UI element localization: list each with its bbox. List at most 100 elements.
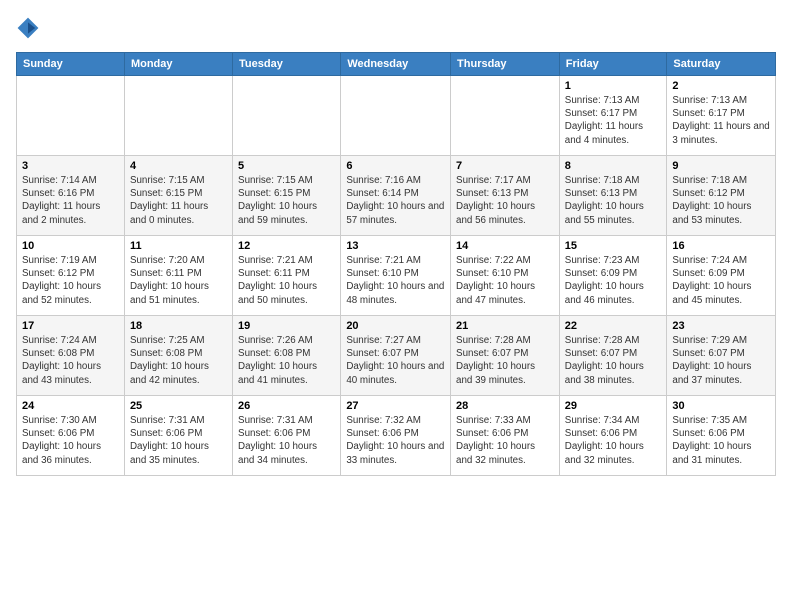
- calendar-empty-cell: [124, 76, 232, 156]
- day-number: 5: [238, 160, 335, 172]
- weekday-header-sunday: Sunday: [17, 53, 125, 76]
- calendar-table: SundayMondayTuesdayWednesdayThursdayFrid…: [16, 52, 776, 476]
- day-info: Sunrise: 7:20 AM Sunset: 6:11 PM Dayligh…: [130, 254, 227, 307]
- calendar-day-20: 20 Sunrise: 7:27 AM Sunset: 6:07 PM Dayli…: [341, 316, 451, 396]
- calendar-week-row: 24 Sunrise: 7:30 AM Sunset: 6:06 PM Dayli…: [17, 396, 776, 476]
- calendar-day-10: 10 Sunrise: 7:19 AM Sunset: 6:12 PM Dayli…: [17, 236, 125, 316]
- day-info: Sunrise: 7:28 AM Sunset: 6:07 PM Dayligh…: [456, 334, 554, 387]
- day-number: 4: [130, 160, 227, 172]
- calendar-day-18: 18 Sunrise: 7:25 AM Sunset: 6:08 PM Dayli…: [124, 316, 232, 396]
- day-info: Sunrise: 7:28 AM Sunset: 6:07 PM Dayligh…: [565, 334, 662, 387]
- calendar-day-19: 19 Sunrise: 7:26 AM Sunset: 6:08 PM Dayli…: [233, 316, 341, 396]
- day-number: 20: [346, 320, 445, 332]
- calendar-day-30: 30 Sunrise: 7:35 AM Sunset: 6:06 PM Dayli…: [667, 396, 776, 476]
- calendar-day-13: 13 Sunrise: 7:21 AM Sunset: 6:10 PM Dayli…: [341, 236, 451, 316]
- weekday-header-friday: Friday: [559, 53, 667, 76]
- day-info: Sunrise: 7:19 AM Sunset: 6:12 PM Dayligh…: [22, 254, 119, 307]
- day-info: Sunrise: 7:18 AM Sunset: 6:13 PM Dayligh…: [565, 174, 662, 227]
- calendar-day-5: 5Sunrise: 7:15 AM Sunset: 6:15 PM Daylig…: [233, 156, 341, 236]
- day-number: 25: [130, 400, 227, 412]
- calendar-day-6: 6 Sunrise: 7:16 AM Sunset: 6:14 PM Daylig…: [341, 156, 451, 236]
- day-info: Sunrise: 7:24 AM Sunset: 6:09 PM Dayligh…: [672, 254, 770, 307]
- calendar-week-row: 17 Sunrise: 7:24 AM Sunset: 6:08 PM Dayli…: [17, 316, 776, 396]
- day-number: 6: [346, 160, 445, 172]
- day-info: Sunrise: 7:13 AM Sunset: 6:17 PM Dayligh…: [565, 94, 662, 147]
- day-info: Sunrise: 7:29 AM Sunset: 6:07 PM Dayligh…: [672, 334, 770, 387]
- calendar-day-16: 16 Sunrise: 7:24 AM Sunset: 6:09 PM Dayli…: [667, 236, 776, 316]
- day-number: 24: [22, 400, 119, 412]
- day-info: Sunrise: 7:35 AM Sunset: 6:06 PM Dayligh…: [672, 414, 770, 467]
- weekday-header-thursday: Thursday: [451, 53, 560, 76]
- day-info: Sunrise: 7:21 AM Sunset: 6:10 PM Dayligh…: [346, 254, 445, 307]
- day-info: Sunrise: 7:25 AM Sunset: 6:08 PM Dayligh…: [130, 334, 227, 387]
- weekday-header-saturday: Saturday: [667, 53, 776, 76]
- day-info: Sunrise: 7:18 AM Sunset: 6:12 PM Dayligh…: [672, 174, 770, 227]
- day-number: 2: [672, 80, 770, 92]
- calendar-day-27: 27Sunrise: 7:32 AM Sunset: 6:06 PM Dayli…: [341, 396, 451, 476]
- calendar-day-15: 15 Sunrise: 7:23 AM Sunset: 6:09 PM Dayli…: [559, 236, 667, 316]
- calendar-day-14: 14 Sunrise: 7:22 AM Sunset: 6:10 PM Dayli…: [451, 236, 560, 316]
- calendar-empty-cell: [233, 76, 341, 156]
- logo-icon: [16, 16, 40, 40]
- day-number: 19: [238, 320, 335, 332]
- day-number: 26: [238, 400, 335, 412]
- day-number: 1: [565, 80, 662, 92]
- calendar-day-26: 26 Sunrise: 7:31 AM Sunset: 6:06 PM Dayli…: [233, 396, 341, 476]
- calendar-day-25: 25Sunrise: 7:31 AM Sunset: 6:06 PM Dayli…: [124, 396, 232, 476]
- day-number: 21: [456, 320, 554, 332]
- day-info: Sunrise: 7:33 AM Sunset: 6:06 PM Dayligh…: [456, 414, 554, 467]
- day-number: 13: [346, 240, 445, 252]
- calendar-day-24: 24 Sunrise: 7:30 AM Sunset: 6:06 PM Dayli…: [17, 396, 125, 476]
- day-number: 3: [22, 160, 119, 172]
- day-info: Sunrise: 7:15 AM Sunset: 6:15 PM Dayligh…: [130, 174, 227, 227]
- day-info: Sunrise: 7:27 AM Sunset: 6:07 PM Dayligh…: [346, 334, 445, 387]
- day-info: Sunrise: 7:34 AM Sunset: 6:06 PM Dayligh…: [565, 414, 662, 467]
- day-info: Sunrise: 7:23 AM Sunset: 6:09 PM Dayligh…: [565, 254, 662, 307]
- day-info: Sunrise: 7:14 AM Sunset: 6:16 PM Dayligh…: [22, 174, 119, 227]
- calendar-day-21: 21 Sunrise: 7:28 AM Sunset: 6:07 PM Dayli…: [451, 316, 560, 396]
- weekday-header-wednesday: Wednesday: [341, 53, 451, 76]
- calendar-day-11: 11 Sunrise: 7:20 AM Sunset: 6:11 PM Dayli…: [124, 236, 232, 316]
- calendar-day-28: 28 Sunrise: 7:33 AM Sunset: 6:06 PM Dayli…: [451, 396, 560, 476]
- calendar-empty-cell: [451, 76, 560, 156]
- day-number: 11: [130, 240, 227, 252]
- day-number: 16: [672, 240, 770, 252]
- day-info: Sunrise: 7:22 AM Sunset: 6:10 PM Dayligh…: [456, 254, 554, 307]
- day-info: Sunrise: 7:32 AM Sunset: 6:06 PM Dayligh…: [346, 414, 445, 467]
- day-number: 30: [672, 400, 770, 412]
- day-number: 17: [22, 320, 119, 332]
- calendar-day-9: 9 Sunrise: 7:18 AM Sunset: 6:12 PM Daylig…: [667, 156, 776, 236]
- day-number: 12: [238, 240, 335, 252]
- calendar-day-12: 12Sunrise: 7:21 AM Sunset: 6:11 PM Dayli…: [233, 236, 341, 316]
- day-number: 23: [672, 320, 770, 332]
- calendar-week-row: 1 Sunrise: 7:13 AM Sunset: 6:17 PM Daylig…: [17, 76, 776, 156]
- weekday-header-tuesday: Tuesday: [233, 53, 341, 76]
- calendar-day-3: 3 Sunrise: 7:14 AM Sunset: 6:16 PM Daylig…: [17, 156, 125, 236]
- day-number: 22: [565, 320, 662, 332]
- day-info: Sunrise: 7:16 AM Sunset: 6:14 PM Dayligh…: [346, 174, 445, 227]
- day-info: Sunrise: 7:30 AM Sunset: 6:06 PM Dayligh…: [22, 414, 119, 467]
- logo: [16, 16, 44, 40]
- day-number: 10: [22, 240, 119, 252]
- calendar-empty-cell: [341, 76, 451, 156]
- calendar-week-row: 10 Sunrise: 7:19 AM Sunset: 6:12 PM Dayli…: [17, 236, 776, 316]
- day-info: Sunrise: 7:17 AM Sunset: 6:13 PM Dayligh…: [456, 174, 554, 227]
- calendar-day-22: 22 Sunrise: 7:28 AM Sunset: 6:07 PM Dayli…: [559, 316, 667, 396]
- day-number: 9: [672, 160, 770, 172]
- day-number: 28: [456, 400, 554, 412]
- calendar-day-4: 4 Sunrise: 7:15 AM Sunset: 6:15 PM Daylig…: [124, 156, 232, 236]
- day-number: 14: [456, 240, 554, 252]
- calendar-day-7: 7 Sunrise: 7:17 AM Sunset: 6:13 PM Daylig…: [451, 156, 560, 236]
- calendar-day-8: 8 Sunrise: 7:18 AM Sunset: 6:13 PM Daylig…: [559, 156, 667, 236]
- page-header: [16, 16, 776, 40]
- calendar-day-29: 29Sunrise: 7:34 AM Sunset: 6:06 PM Dayli…: [559, 396, 667, 476]
- day-number: 18: [130, 320, 227, 332]
- day-info: Sunrise: 7:31 AM Sunset: 6:06 PM Dayligh…: [238, 414, 335, 467]
- calendar-empty-cell: [17, 76, 125, 156]
- day-info: Sunrise: 7:26 AM Sunset: 6:08 PM Dayligh…: [238, 334, 335, 387]
- day-number: 15: [565, 240, 662, 252]
- day-info: Sunrise: 7:24 AM Sunset: 6:08 PM Dayligh…: [22, 334, 119, 387]
- calendar-day-2: 2Sunrise: 7:13 AM Sunset: 6:17 PM Daylig…: [667, 76, 776, 156]
- day-number: 7: [456, 160, 554, 172]
- day-number: 8: [565, 160, 662, 172]
